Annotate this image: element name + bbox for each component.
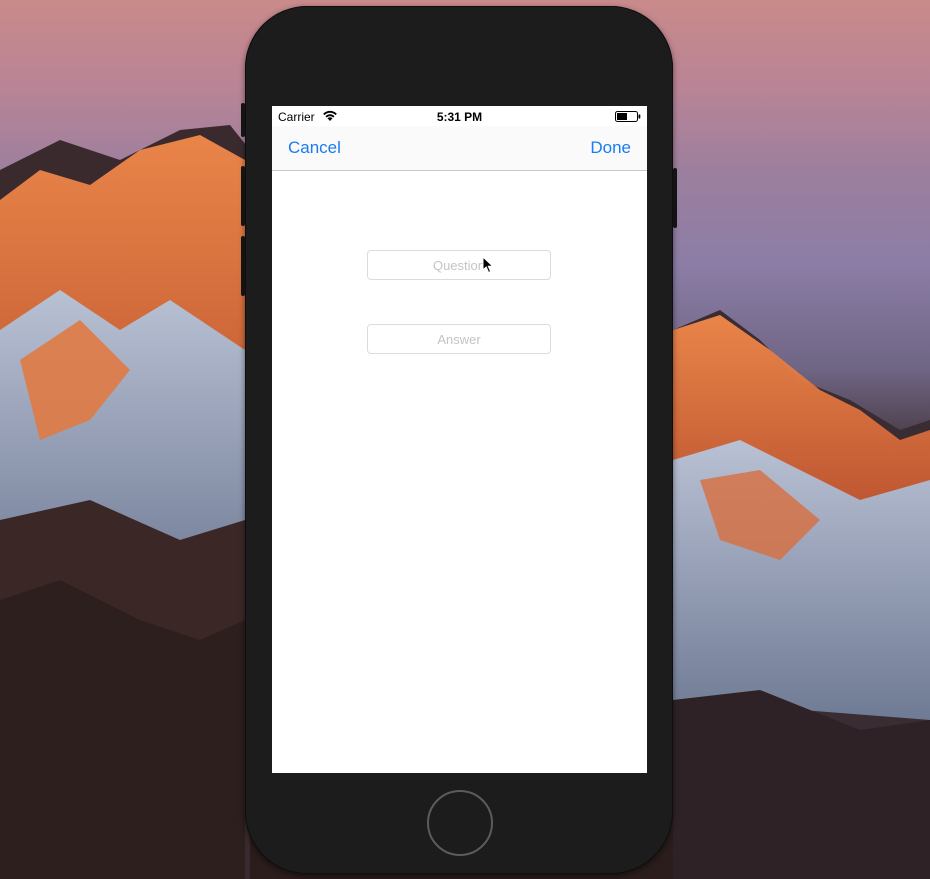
home-button[interactable] (427, 790, 493, 856)
status-time: 5:31 PM (436, 110, 483, 124)
volume-up-button (241, 166, 245, 226)
mouse-pointer-icon (482, 256, 494, 274)
navigation-bar: Cancel Done (272, 126, 647, 171)
status-bar: Carrier 5:31 PM (272, 106, 647, 126)
power-button (673, 168, 677, 228)
volume-down-button (241, 236, 245, 296)
cancel-button[interactable]: Cancel (288, 138, 341, 158)
battery-icon (615, 111, 641, 122)
app-screen: Carrier 5:31 PM Cancel Done (272, 106, 647, 773)
done-button[interactable]: Done (590, 138, 631, 158)
question-input[interactable] (367, 250, 551, 280)
answer-input[interactable] (367, 324, 551, 354)
mute-switch (241, 103, 245, 137)
